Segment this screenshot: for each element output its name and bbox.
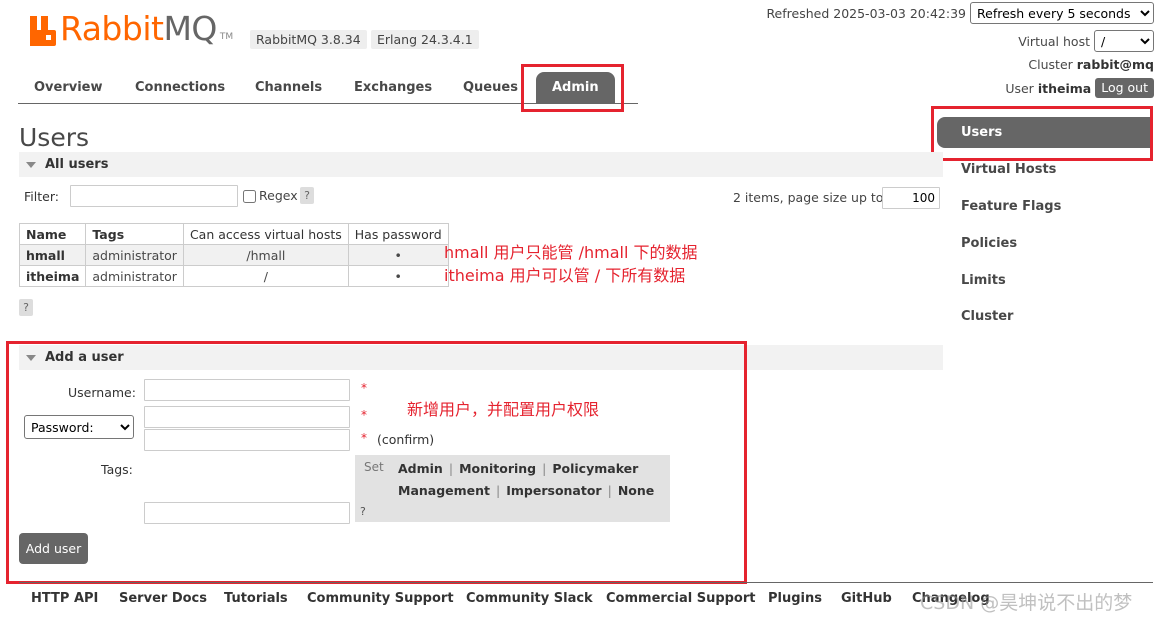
annotation-hmall: hmall 用户只能管 /hmall 下的数据 [444,243,698,262]
table-header-row: Name Tags Can access virtual hosts Has p… [18,223,449,245]
tab-connections[interactable]: Connections [135,80,225,95]
all-users-title: All users [45,157,109,172]
filter-label: Filter: [24,189,59,204]
csdn-watermark: CSDN @昊坤说不出的梦 [920,592,1133,614]
user-tags: administrator [85,265,184,287]
cluster-info: Cluster rabbit@mq [1028,57,1154,72]
table-help-icon[interactable]: ? [19,299,33,316]
virtual-host-label: Virtual host [1018,34,1090,49]
logo-mq-text: MQ [163,9,217,48]
user-info: User itheima Log out [1005,78,1154,98]
refreshed-timestamp: Refreshed 2025-03-03 20:42:39 [766,6,966,21]
logo-rabbit-text: Rabbit [60,9,164,48]
user-vhosts: /hmall [182,244,349,266]
tab-channels[interactable]: Channels [255,80,322,95]
rabbit-logo-icon [30,16,56,46]
logout-button[interactable]: Log out [1095,78,1154,98]
collapse-triangle-icon [26,161,36,168]
footer-link-tutorials[interactable]: Tutorials [224,591,288,606]
footer-link-plugins[interactable]: Plugins [768,591,822,606]
highlight-add-user-section [6,341,747,584]
tab-exchanges[interactable]: Exchanges [354,80,432,95]
user-tags: administrator [85,244,184,266]
footer-link-server-docs[interactable]: Server Docs [119,591,207,606]
cluster-label: Cluster [1028,57,1073,72]
footer-link-commercial-support[interactable]: Commercial Support [606,591,756,606]
header-name: Name [18,223,87,245]
regex-label: Regex [259,188,298,203]
refresh-interval-select[interactable]: Refresh every 5 seconds [970,2,1154,24]
page-size-input[interactable] [882,187,940,209]
annotation-itheima: itheima 用户可以管 / 下所有数据 [444,266,686,285]
user-name-link[interactable]: itheima [18,265,87,287]
user-has-password: • [347,244,449,266]
footer-divider [19,582,1153,583]
nav-policies[interactable]: Policies [961,236,1017,251]
tab-queues[interactable]: Queues [463,80,518,95]
nav-limits[interactable]: Limits [961,273,1006,288]
all-users-section-header[interactable]: All users [19,152,943,177]
footer-link-github[interactable]: GitHub [841,591,892,606]
nav-feature-flags[interactable]: Feature Flags [961,199,1061,214]
nav-virtual-hosts[interactable]: Virtual Hosts [961,162,1056,177]
highlight-users-nav [931,106,1153,161]
erlang-version-badge: Erlang 24.3.4.1 [371,30,479,49]
regex-checkbox[interactable] [243,190,256,203]
highlight-admin-tab [521,64,624,112]
user-label: User [1005,80,1034,96]
footer-link-community-slack[interactable]: Community Slack [466,591,593,606]
header-tags: Tags [85,223,184,245]
page-title: Users [19,123,90,152]
users-table: Name Tags Can access virtual hosts Has p… [18,223,449,287]
current-user-name: itheima [1037,80,1092,96]
regex-help-icon[interactable]: ? [300,187,314,204]
user-name-link[interactable]: hmall [18,244,87,266]
virtual-host-select[interactable]: / [1094,30,1154,52]
tab-overview[interactable]: Overview [34,80,103,95]
footer-link-http-api[interactable]: HTTP API [31,591,98,606]
user-has-password: • [347,265,449,287]
trademark: TM [219,32,234,42]
table-row[interactable]: hmall administrator /hmall • [18,244,449,266]
table-row[interactable]: itheima administrator / • [18,265,449,287]
rabbitmq-version-badge: RabbitMQ 3.8.34 [250,30,367,49]
header-vhosts: Can access virtual hosts [182,223,349,245]
user-vhosts: / [182,265,349,287]
filter-input[interactable] [70,185,238,207]
pagination-text: 2 items, page size up to [733,190,884,205]
rabbitmq-logo: RabbitMQ TM [30,12,233,46]
cluster-name: rabbit@mq [1076,57,1154,72]
footer-link-community-support[interactable]: Community Support [307,591,454,606]
header-has-password: Has password [347,223,449,245]
nav-cluster[interactable]: Cluster [961,309,1013,324]
